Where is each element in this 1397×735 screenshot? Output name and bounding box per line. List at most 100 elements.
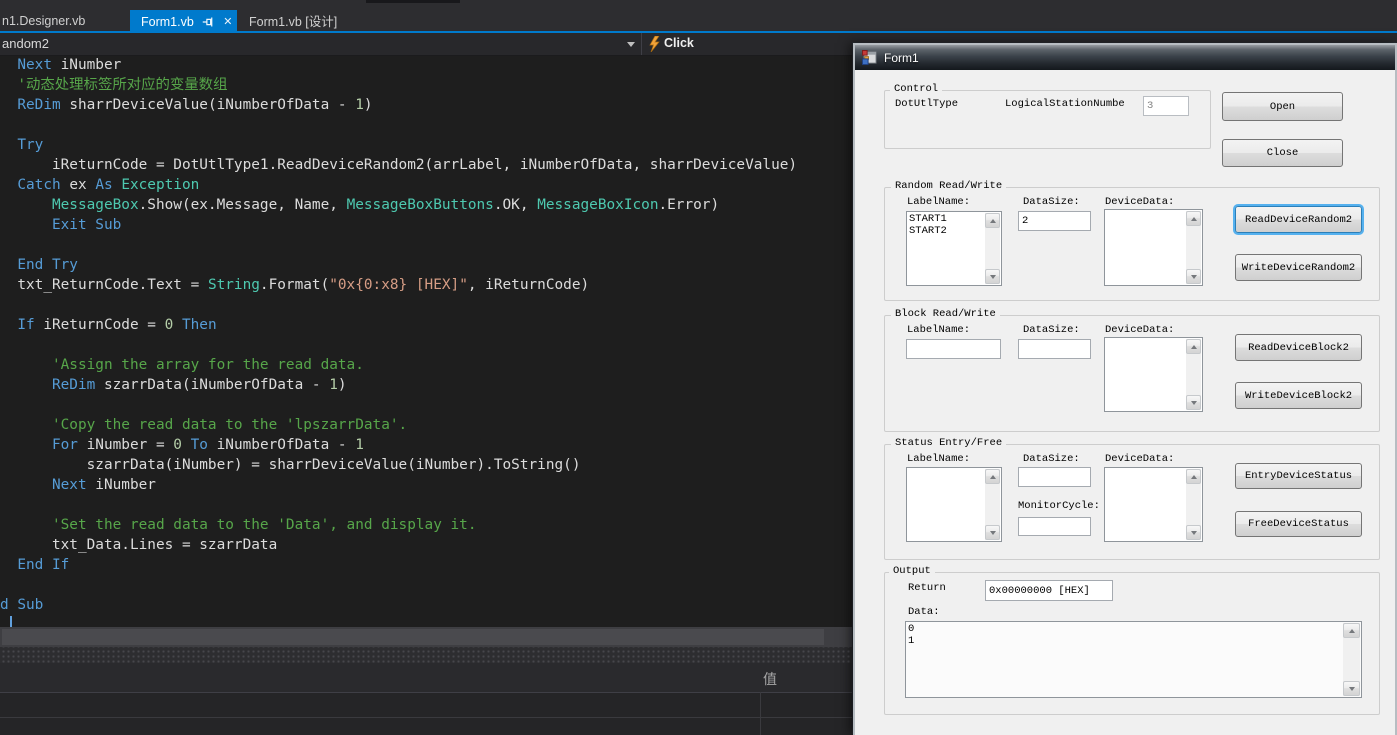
code-line[interactable]: 'Assign the array for the read data. bbox=[0, 355, 860, 375]
scroll-down-button[interactable] bbox=[985, 269, 1000, 284]
block-devicedata-box[interactable] bbox=[1104, 337, 1203, 412]
code-line[interactable]: MessageBox.Show(ex.Message, Name, Messag… bbox=[0, 195, 860, 215]
code-line[interactable] bbox=[0, 395, 860, 415]
arrow-up-icon bbox=[1190, 216, 1197, 221]
code-line[interactable] bbox=[0, 335, 860, 355]
block-labelname-input[interactable] bbox=[906, 339, 1001, 359]
form1-window: Form1 Control DotUtlType LogicalStationN… bbox=[853, 43, 1397, 735]
monitorcycle-input[interactable] bbox=[1018, 517, 1091, 536]
group-random-title: Random Read/Write bbox=[891, 180, 1007, 192]
code-line[interactable]: iReturnCode = DotUtlType1.ReadDeviceRand… bbox=[0, 155, 860, 175]
scroll-up-button[interactable] bbox=[985, 213, 1000, 228]
code-line[interactable]: If iReturnCode = 0 Then bbox=[0, 315, 860, 335]
code-line[interactable]: End Try bbox=[0, 255, 860, 275]
close-icon[interactable]: ✕ bbox=[220, 14, 236, 30]
group-block-title: Block Read/Write bbox=[891, 308, 1000, 320]
read-device-block2-button[interactable]: ReadDeviceBlock2 bbox=[1235, 334, 1362, 361]
scroll-down-button[interactable] bbox=[1186, 395, 1201, 410]
status-devicedata-box[interactable] bbox=[1104, 467, 1203, 542]
code-line[interactable]: End If bbox=[0, 555, 860, 575]
code-line[interactable]: 'Set the read data to the 'Data', and di… bbox=[0, 515, 860, 535]
random-datasize-input[interactable] bbox=[1018, 211, 1091, 231]
code-line[interactable]: szarrData(iNumber) = sharrDeviceValue(iN… bbox=[0, 455, 860, 475]
code-line[interactable]: ReDim szarrData(iNumberOfData - 1) bbox=[0, 375, 860, 395]
code-line[interactable]: txt_Data.Lines = szarrData bbox=[0, 535, 860, 555]
scroll-up-button[interactable] bbox=[1186, 339, 1201, 354]
code-line[interactable] bbox=[0, 295, 860, 315]
arrow-up-icon bbox=[989, 218, 996, 223]
arrow-up-icon bbox=[1190, 474, 1197, 479]
group-output-title: Output bbox=[889, 565, 935, 577]
scroll-down-button[interactable] bbox=[985, 525, 1000, 540]
block-labelname-label: LabelName: bbox=[907, 324, 971, 336]
vertical-scrollbar[interactable] bbox=[1343, 623, 1360, 696]
code-line[interactable]: Next iNumber bbox=[0, 475, 860, 495]
scroll-up-button[interactable] bbox=[1186, 211, 1201, 226]
block-datasize-input[interactable] bbox=[1018, 339, 1091, 359]
horizontal-scrollbar-thumb[interactable] bbox=[2, 629, 824, 645]
value-column-header[interactable]: 值 bbox=[763, 669, 777, 689]
arrow-down-icon bbox=[1190, 274, 1197, 279]
scope-dropdown[interactable]: andom2 bbox=[2, 36, 49, 51]
code-line[interactable]: 'Copy the read data to the 'lpszarrData'… bbox=[0, 415, 860, 435]
vertical-scrollbar[interactable] bbox=[1186, 211, 1201, 284]
random-labelname-box[interactable]: START1 START2 bbox=[906, 211, 1002, 286]
free-device-status-button[interactable]: FreeDeviceStatus bbox=[1235, 511, 1362, 537]
vertical-scrollbar[interactable] bbox=[985, 213, 1000, 284]
return-code-input[interactable] bbox=[985, 580, 1113, 601]
group-control-title: Control bbox=[890, 83, 943, 95]
event-dropdown[interactable]: Click bbox=[664, 36, 694, 50]
vertical-scrollbar[interactable] bbox=[1186, 469, 1201, 540]
form-titlebar[interactable]: Form1 bbox=[855, 45, 1395, 70]
open-button[interactable]: Open bbox=[1222, 92, 1343, 121]
code-line[interactable] bbox=[0, 235, 860, 255]
scroll-up-button[interactable] bbox=[1343, 623, 1360, 638]
vertical-scrollbar[interactable] bbox=[985, 469, 1000, 540]
code-line[interactable]: Try bbox=[0, 135, 860, 155]
code-line[interactable]: Catch ex As Exception bbox=[0, 175, 860, 195]
tab-form1-vb-design[interactable]: Form1.vb [设计] bbox=[240, 10, 360, 31]
tab-form1-designer-vb[interactable]: n1.Designer.vb bbox=[0, 10, 128, 31]
write-device-block2-button[interactable]: WriteDeviceBlock2 bbox=[1235, 382, 1362, 409]
code-line[interactable]: '动态处理标签所对应的变量数组 bbox=[0, 75, 860, 95]
code-line[interactable]: For iNumber = 0 To iNumberOfData - 1 bbox=[0, 435, 860, 455]
logical-station-number-input[interactable] bbox=[1143, 96, 1189, 116]
code-line[interactable]: ReDim sharrDeviceValue(iNumberOfData - 1… bbox=[0, 95, 860, 115]
arrow-down-icon bbox=[989, 530, 996, 535]
random-labelname-label: LabelName: bbox=[907, 196, 971, 208]
background-window-edge bbox=[366, 0, 460, 3]
code-line[interactable] bbox=[0, 495, 860, 515]
write-device-random2-button[interactable]: WriteDeviceRandom2 bbox=[1235, 254, 1362, 281]
pin-icon[interactable] bbox=[200, 14, 216, 30]
dotutltype-label: DotUtlType bbox=[895, 98, 959, 110]
status-labelname-box[interactable] bbox=[906, 467, 1002, 542]
tab-form1-vb[interactable]: Form1.vb ✕ bbox=[130, 10, 237, 33]
random-devicedata-label: DeviceData: bbox=[1105, 196, 1175, 208]
random-devicedata-box[interactable] bbox=[1104, 209, 1203, 286]
status-datasize-input[interactable] bbox=[1018, 467, 1091, 487]
form-icon bbox=[862, 50, 877, 65]
vertical-scrollbar[interactable] bbox=[1186, 339, 1201, 410]
read-device-random2-button[interactable]: ReadDeviceRandom2 bbox=[1235, 206, 1362, 233]
code-line[interactable] bbox=[0, 115, 860, 135]
code-line[interactable]: Next iNumber bbox=[0, 55, 860, 75]
status-labelname-label: LabelName: bbox=[907, 453, 971, 465]
code-line[interactable] bbox=[0, 575, 860, 595]
entry-device-status-button[interactable]: EntryDeviceStatus bbox=[1235, 463, 1362, 489]
code-line[interactable]: txt_ReturnCode.Text = String.Format("0x{… bbox=[0, 275, 860, 295]
horizontal-scrollbar[interactable] bbox=[0, 627, 852, 647]
scroll-up-button[interactable] bbox=[1186, 469, 1201, 484]
scroll-up-button[interactable] bbox=[985, 469, 1000, 484]
close-button[interactable]: Close bbox=[1222, 139, 1343, 167]
navbar-divider bbox=[641, 33, 642, 55]
column-divider[interactable] bbox=[760, 692, 761, 735]
output-data-box[interactable]: 0 1 bbox=[905, 621, 1362, 698]
code-line[interactable]: d Sub bbox=[0, 595, 860, 615]
scroll-down-button[interactable] bbox=[1343, 681, 1360, 696]
arrow-up-icon bbox=[989, 474, 996, 479]
chevron-down-icon[interactable] bbox=[627, 42, 635, 47]
code-line[interactable]: Exit Sub bbox=[0, 215, 860, 235]
code-editor[interactable]: Next iNumber '动态处理标签所对应的变量数组 ReDim sharr… bbox=[0, 55, 860, 627]
scroll-down-button[interactable] bbox=[1186, 269, 1201, 284]
scroll-down-button[interactable] bbox=[1186, 525, 1201, 540]
